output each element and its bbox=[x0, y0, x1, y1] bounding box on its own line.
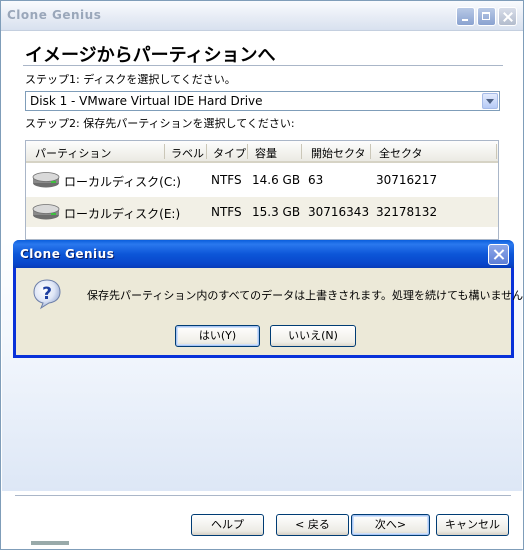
maximize-button[interactable] bbox=[477, 7, 496, 26]
list-header: パーティション ラベル タイプ 容量 開始セクタ 全セクタ bbox=[26, 141, 498, 163]
no-button[interactable]: いいえ(N) bbox=[270, 325, 356, 347]
partition-start: 30716343 bbox=[308, 205, 370, 219]
col-size[interactable]: 容量 bbox=[255, 145, 277, 161]
window-title: Clone Genius bbox=[7, 8, 102, 22]
dialog-close-button[interactable] bbox=[488, 244, 509, 265]
dialog-title: Clone Genius bbox=[20, 247, 115, 261]
col-partition[interactable]: パーティション bbox=[35, 145, 111, 161]
dialog-titlebar[interactable]: Clone Genius bbox=[13, 240, 514, 268]
hard-disk-icon bbox=[32, 172, 60, 188]
page-title: イメージからパーティションへ bbox=[25, 45, 276, 66]
column-divider[interactable] bbox=[301, 144, 302, 159]
title-divider bbox=[23, 65, 503, 66]
column-divider[interactable] bbox=[206, 144, 207, 159]
hard-disk-icon bbox=[32, 204, 60, 220]
partition-size: 15.3 GB bbox=[252, 205, 301, 219]
back-button[interactable]: < 戻る bbox=[276, 514, 349, 536]
partition-name: ローカルディスク(E:) bbox=[64, 207, 181, 221]
partition-size: 14.6 GB bbox=[252, 173, 301, 187]
chevron-down-icon[interactable] bbox=[482, 93, 498, 109]
partition-total: 32178132 bbox=[376, 205, 438, 219]
col-start-sector[interactable]: 開始セクタ bbox=[311, 145, 366, 161]
partition-start: 63 bbox=[308, 173, 324, 187]
col-type[interactable]: タイプ bbox=[213, 145, 246, 161]
question-icon: ? bbox=[33, 279, 61, 310]
help-button[interactable]: ヘルプ bbox=[191, 514, 264, 536]
step2-label: ステップ2: 保存先パーティションを選択してください: bbox=[25, 117, 295, 130]
svg-text:?: ? bbox=[42, 284, 52, 304]
column-divider[interactable] bbox=[496, 144, 497, 159]
minimize-button[interactable] bbox=[456, 7, 475, 26]
footer-divider-highlight bbox=[15, 496, 511, 497]
partition-type: NTFS bbox=[211, 173, 242, 187]
column-divider[interactable] bbox=[164, 144, 165, 159]
close-button[interactable] bbox=[498, 7, 517, 26]
col-total-sectors[interactable]: 全セクタ bbox=[379, 145, 423, 161]
main-titlebar[interactable]: Clone Genius bbox=[1, 1, 523, 31]
confirm-dialog: Clone Genius ? 保存先パーティション内のすべてのデータは上書きされ… bbox=[13, 240, 524, 358]
partition-name: ローカルディスク(C:) bbox=[64, 175, 181, 189]
column-divider[interactable] bbox=[370, 144, 371, 159]
column-divider[interactable] bbox=[247, 144, 248, 159]
disk-select-value: Disk 1 - VMware Virtual IDE Hard Drive bbox=[30, 94, 263, 108]
next-button[interactable]: 次へ> bbox=[351, 514, 430, 536]
yes-button[interactable]: はい(Y) bbox=[175, 325, 260, 347]
footer-decoration bbox=[31, 541, 69, 545]
dialog-message: 保存先パーティション内のすべてのデータは上書きされます。処理を続けても構いません… bbox=[87, 289, 524, 302]
cancel-button[interactable]: キャンセル bbox=[436, 514, 509, 536]
partition-list[interactable]: パーティション ラベル タイプ 容量 開始セクタ 全セクタ ローカルディスク(C… bbox=[25, 140, 499, 240]
caption-buttons bbox=[456, 7, 517, 26]
disk-select[interactable]: Disk 1 - VMware Virtual IDE Hard Drive bbox=[25, 91, 500, 111]
table-row[interactable]: ローカルディスク(C:) NTFS 14.6 GB 63 30716217 bbox=[26, 165, 498, 195]
partition-type: NTFS bbox=[211, 205, 242, 219]
partition-total: 30716217 bbox=[376, 173, 438, 187]
col-label[interactable]: ラベル bbox=[171, 145, 204, 161]
step1-label: ステップ1: ディスクを選択してください。 bbox=[25, 73, 236, 86]
table-row[interactable]: ローカルディスク(E:) NTFS 15.3 GB 30716343 32178… bbox=[26, 197, 498, 227]
